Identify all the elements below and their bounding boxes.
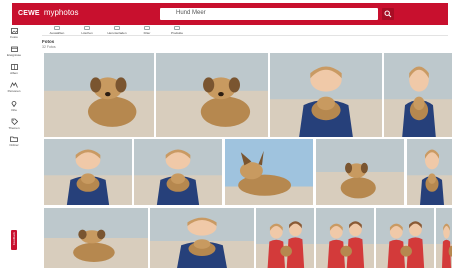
filter-icon [144,26,150,30]
photo-thumbnail[interactable] [270,53,382,137]
sidebar-item-albums[interactable]: Alben [3,64,25,80]
photo-image [407,139,452,205]
photo-thumbnail[interactable] [376,208,434,268]
topics-icon [11,118,18,125]
photos-icon [10,28,18,34]
folder-icon [10,136,18,142]
people-icon [10,82,18,88]
photo-image [256,208,314,268]
photo-image [316,139,404,205]
photo-image [384,53,452,137]
photo-image [134,139,222,205]
photo-thumbnail[interactable] [156,53,268,137]
app-header: CEWE myphotos Hund Meer [12,3,448,25]
app-logo[interactable]: CEWE myphotos [18,8,79,17]
sidebar-item-events[interactable]: Ereignisse [3,46,25,62]
delete-button[interactable]: Löschen [72,25,102,36]
photo-thumbnail[interactable] [316,139,404,205]
feedback-button[interactable]: Feedback [11,230,17,250]
photo-thumbnail[interactable] [436,208,452,268]
photo-image [225,139,313,205]
sidebar-item-folders[interactable]: Ordner [3,136,25,152]
delete-icon [84,26,90,30]
photo-image [376,208,434,268]
photo-image [44,208,148,268]
search-icon [384,10,392,18]
products-icon [174,26,180,30]
search-input[interactable]: Hund Meer [160,8,378,20]
products-button[interactable]: Produkte [162,25,192,36]
folder-title: Fotos [42,39,55,44]
photo-thumbnail[interactable] [44,139,132,205]
download-icon [114,26,120,30]
select-button[interactable]: Auswählen [42,25,72,36]
photo-thumbnail[interactable] [44,53,154,137]
photo-thumbnail[interactable] [256,208,314,268]
photo-thumbnail[interactable] [150,208,254,268]
sidebar-item-photos[interactable]: Fotos [3,28,25,44]
sidebar-item-topics[interactable]: Themen [3,118,25,134]
app-name: myphotos [43,8,79,17]
download-button[interactable]: Herunterladen [102,25,132,36]
filter-button[interactable]: Filter [132,25,162,36]
sidebar-item-places[interactable]: Orte [3,100,25,116]
folder-count: 32 Fotos [42,45,56,49]
photo-image [270,53,382,137]
sidebar: Fotos Ereignisse Alben Personen Orte The… [0,25,28,268]
search-button[interactable] [382,8,394,20]
sidebar-item-people[interactable]: Personen [3,82,25,98]
photo-image [44,139,132,205]
places-icon [11,101,17,107]
photo-thumbnail[interactable] [384,53,452,137]
albums-icon [10,64,18,70]
photo-grid [42,52,452,268]
photo-thumbnail[interactable] [316,208,374,268]
photo-image [436,208,452,268]
brand-name: CEWE [18,10,40,17]
photo-thumbnail[interactable] [407,139,452,205]
photo-thumbnail[interactable] [134,139,222,205]
feedback-label: Feedback [12,232,16,246]
photo-image [44,53,154,137]
photo-thumbnail[interactable] [225,139,313,205]
search-value: Hund Meer [176,10,206,16]
photo-image [150,208,254,268]
photo-toolbar: Auswählen Löschen Herunterladen Filter P… [42,25,448,36]
photo-image [316,208,374,268]
photo-image [156,53,268,137]
photo-thumbnail[interactable] [44,208,148,268]
select-icon [54,26,60,30]
events-icon [10,46,18,52]
